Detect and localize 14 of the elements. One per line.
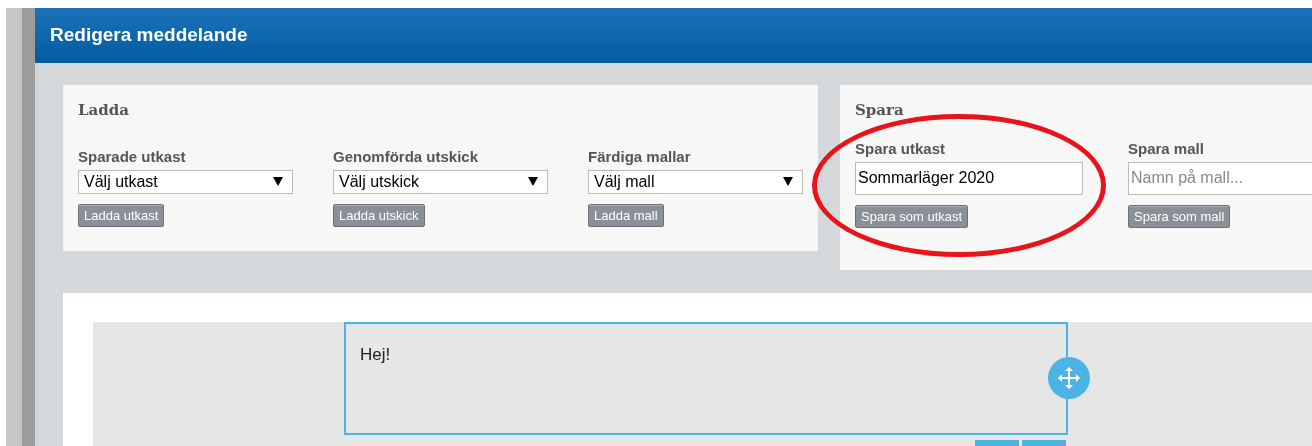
field-label: Färdiga mallar	[588, 147, 692, 166]
field-label: Genomförda utskick	[333, 147, 480, 166]
panel-title: Ladda	[78, 100, 130, 121]
name-field[interactable]: Sommarläger 2020	[855, 161, 1083, 195]
text-block[interactable]: Hej!	[344, 322, 1068, 435]
page-title: Redigera meddelande	[50, 23, 248, 48]
dropdown[interactable]: Välj utkast	[78, 169, 293, 194]
dropdown[interactable]: Välj mall	[588, 169, 803, 194]
panel-title: Spara	[855, 100, 905, 121]
name-field[interactable]: Namn på mall...	[1128, 161, 1312, 195]
dropdown[interactable]: Välj utskick	[333, 169, 548, 194]
field-label: Spara mall	[1128, 139, 1205, 158]
field-label: Spara utkast	[855, 139, 947, 158]
field-label: Sparade utkast	[78, 147, 187, 166]
